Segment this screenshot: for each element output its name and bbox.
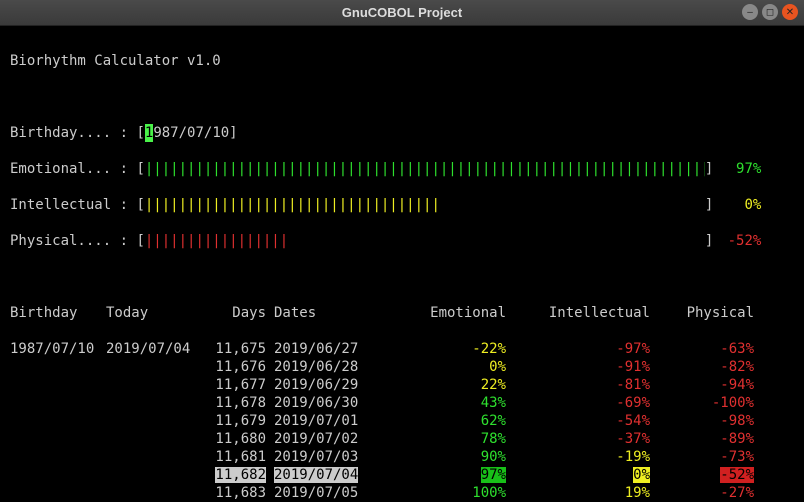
window-controls: – ◻ ✕ [742,4,798,20]
intellectual-bar: ||||||||||||||||||||||||||||||||||| [145,196,705,214]
emotional-bar-row: Emotional... : [||||||||||||||||||||||||… [10,160,794,178]
maximize-button[interactable]: ◻ [762,4,778,20]
birthday-label: Birthday.... : [10,124,136,142]
physical-bar: ||||||||||||||||| [145,232,705,250]
table-body: 1987/07/102019/07/0411,6752019/06/27-22%… [10,340,794,502]
window-titlebar: GnuCOBOL Project – ◻ ✕ [0,0,804,26]
physical-bar-row: Physical.... : [|||||||||||||||||]-52% [10,232,794,250]
cursor: 1 [145,124,153,142]
table-row: 11,6792019/07/0162%-54%-98% [10,412,794,430]
app-title: Biorhythm Calculator v1.0 [10,52,794,70]
table-row: 11,6832019/07/05100%19%-27% [10,484,794,502]
table-row: 11,6782019/06/3043%-69%-100% [10,394,794,412]
table-row: 1987/07/102019/07/0411,6752019/06/27-22%… [10,340,794,358]
emotional-pct: 97% [736,161,761,177]
physical-pct: -52% [728,233,762,249]
birthday-input-row[interactable]: Birthday.... : [1987/07/10] [10,124,794,142]
intellectual-pct: 0% [744,197,761,213]
table-row: 11,6812019/07/0390%-19%-73% [10,448,794,466]
emotional-bar: ||||||||||||||||||||||||||||||||||||||||… [145,160,705,178]
table-row: 11,6772019/06/2922%-81%-94% [10,376,794,394]
minimize-button[interactable]: – [742,4,758,20]
table-row: 11,6822019/07/0497%0%-52% [10,466,794,484]
table-row: 11,6762019/06/280%-91%-82% [10,358,794,376]
table-header: BirthdayTodayDaysDatesEmotionalIntellect… [10,304,794,322]
table-row: 11,6802019/07/0278%-37%-89% [10,430,794,448]
terminal: Biorhythm Calculator v1.0 Birthday.... :… [0,26,804,502]
close-button[interactable]: ✕ [782,4,798,20]
birthday-value: 987/07/10 [153,124,229,142]
intellectual-bar-row: Intellectual : [||||||||||||||||||||||||… [10,196,794,214]
window-title: GnuCOBOL Project [342,5,462,20]
